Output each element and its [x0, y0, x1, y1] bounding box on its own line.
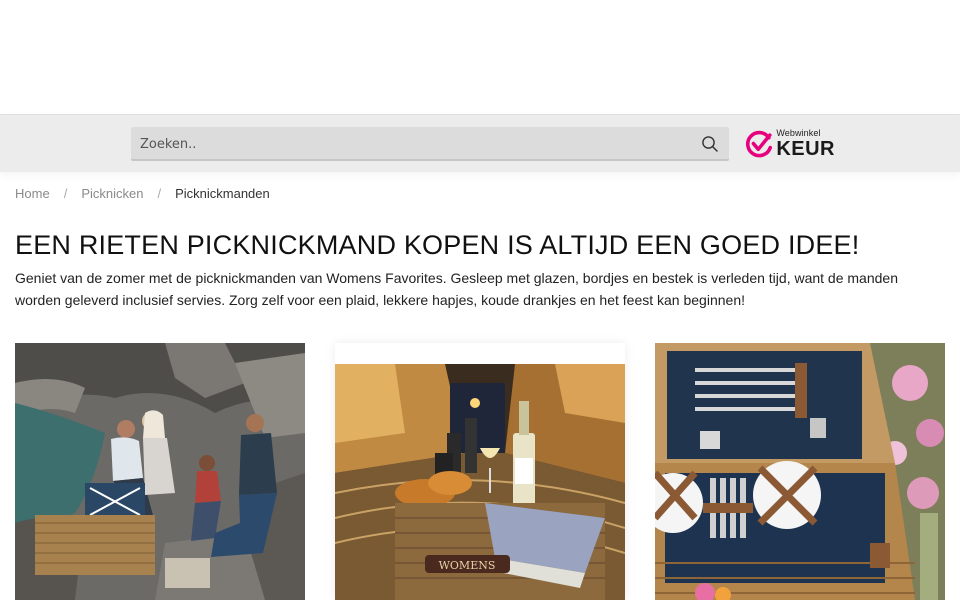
breadcrumb-home[interactable]: Home	[15, 186, 50, 201]
product-card-picnic-rocks[interactable]	[15, 343, 305, 600]
search-input[interactable]	[131, 127, 691, 161]
badge-small-text: Webwinkel	[776, 128, 821, 138]
header-area	[0, 0, 960, 114]
product-card-picnic-street[interactable]: WOMENS	[335, 343, 625, 600]
picnic-street-photo: WOMENS	[335, 343, 625, 600]
breadcrumb-picknicken[interactable]: Picknicken	[81, 186, 143, 201]
search-button[interactable]	[697, 131, 723, 157]
badge-big-text: KEUR	[776, 138, 835, 160]
product-grid: WOMENS	[0, 343, 960, 600]
breadcrumb-current: Picknickmanden	[175, 185, 270, 201]
breadcrumb: Home / Picknicken / Picknickmanden	[15, 184, 270, 202]
picnic-basket-open-photo	[655, 343, 945, 600]
picnic-rocks-photo	[15, 343, 305, 600]
product-card-picnic-basket-open[interactable]	[655, 343, 945, 600]
search-bar: Webwinkel KEUR	[0, 114, 960, 172]
intro-text: Geniet van de zomer met de picknickmande…	[15, 270, 898, 308]
webwinkelkeur-badge[interactable]: Webwinkel KEUR	[745, 127, 835, 161]
breadcrumb-separator: /	[63, 185, 68, 201]
webwinkelkeur-logo-icon	[746, 130, 773, 158]
breadcrumb-separator: /	[157, 185, 162, 201]
page-title: EEN RIETEN PICKNICKMAND KOPEN IS ALTIJD …	[15, 230, 860, 260]
search-icon	[702, 136, 718, 152]
womens-logo-text: WOMENS	[439, 559, 496, 572]
search-box	[131, 127, 729, 161]
